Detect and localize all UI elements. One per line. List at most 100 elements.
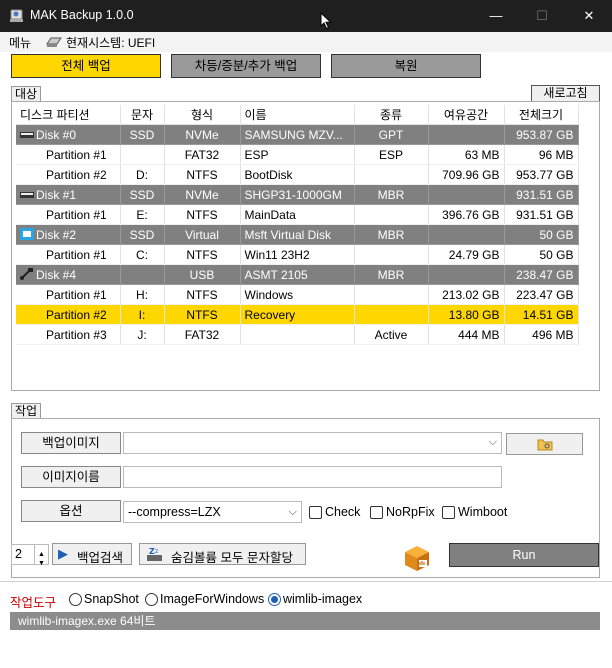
- partition-table: 디스크 파티션 문자 형식 이름 종류 여유공간 전체크기 Disk #0 SSD…: [11, 101, 600, 391]
- table-cell: NTFS: [164, 204, 241, 225]
- disk-row[interactable]: Disk #1 SSD NVMe SHGP31-1000GM MBR 931.51 GB: [16, 184, 579, 205]
- cell-text: 709.96 GB: [442, 167, 500, 182]
- norpfix-checkbox[interactable]: [370, 506, 383, 519]
- run-button[interactable]: Run: [449, 543, 599, 567]
- imageforwindows-radio[interactable]: [145, 593, 158, 606]
- table-cell: Recovery: [240, 304, 355, 325]
- partition-row[interactable]: Partition #1 H: NTFS Windows 213.02 GB 223.47…: [16, 284, 579, 305]
- count-spinner[interactable]: 2 ▲ ▼: [11, 544, 49, 567]
- target-tab: 대상: [11, 86, 42, 102]
- column-header[interactable]: 이름: [240, 105, 355, 125]
- chevron-down-icon: ⌵: [488, 436, 497, 448]
- window-title: MAK Backup 1.0.0: [30, 8, 134, 22]
- title-bar[interactable]: MAK Backup 1.0.0 — ☐ ✕: [0, 0, 612, 32]
- table-cell: MainData: [240, 204, 355, 225]
- cell-text: NTFS: [186, 207, 218, 222]
- options-button[interactable]: 옵션: [21, 500, 121, 522]
- table-cell: MBR: [354, 264, 429, 285]
- table-cell: 50 GB: [504, 224, 579, 245]
- table-cell: 96 MB: [504, 144, 579, 165]
- table-cell: [354, 164, 429, 185]
- table-cell: NTFS: [164, 304, 241, 325]
- refresh-button[interactable]: 새로고침: [531, 85, 600, 102]
- table-cell: 14.51 GB: [504, 304, 579, 325]
- table-cell: USB: [164, 264, 241, 285]
- table-cell: Partition #2: [16, 164, 121, 185]
- browse-folder-button[interactable]: [506, 433, 583, 455]
- cell-text: MainData: [244, 207, 296, 222]
- column-header[interactable]: 여유공간: [428, 105, 505, 125]
- wimboot-checkbox[interactable]: [442, 506, 455, 519]
- incremental-backup-button[interactable]: 차등/증분/추가 백업: [171, 54, 321, 78]
- backup-image-button[interactable]: 백업이미지: [21, 432, 121, 454]
- check-checkbox[interactable]: [309, 506, 322, 519]
- table-cell: 953.87 GB: [504, 124, 579, 145]
- menu-item[interactable]: 메뉴: [9, 34, 31, 51]
- cell-text: ASMT 2105: [244, 267, 308, 282]
- table-cell: 24.79 GB: [428, 244, 505, 265]
- tools-label: 작업도구: [10, 596, 57, 610]
- table-cell: 396.76 GB: [428, 204, 505, 225]
- restore-button[interactable]: 복원: [331, 54, 481, 78]
- cell-text: 13.80 GB: [448, 307, 500, 322]
- table-cell: 50 GB: [504, 244, 579, 265]
- column-header[interactable]: 문자: [120, 105, 165, 125]
- mouse-cursor-icon: [320, 12, 332, 30]
- partition-row[interactable]: Partition #1 FAT32 ESP ESP 63 MB 96 MB: [16, 144, 579, 165]
- table-cell: Disk #0: [16, 124, 121, 145]
- disk-row[interactable]: Disk #2 SSD Virtual Msft Virtual Disk MBR 50 …: [16, 224, 579, 245]
- cell-text: Msft Virtual Disk: [244, 227, 331, 242]
- cell-text: 14.51 GB: [522, 307, 574, 322]
- table-cell: NTFS: [164, 164, 241, 185]
- cell-text: Active: [374, 327, 408, 342]
- table-cell: 63 MB: [428, 144, 505, 165]
- wimlib-radio[interactable]: [268, 593, 281, 606]
- full-backup-button[interactable]: 전체 백업: [11, 54, 161, 78]
- table-cell: 496 MB: [504, 324, 579, 345]
- cell-text: Partition #2: [46, 307, 107, 322]
- spin-up-icon[interactable]: ▲: [34, 545, 48, 558]
- column-header[interactable]: 디스크 파티션: [16, 105, 121, 125]
- partition-row[interactable]: Partition #1 C: NTFS Win11 23H2 24.79 GB 50 G…: [16, 244, 579, 265]
- table-cell: [354, 204, 429, 225]
- cell-text: MBR: [377, 187, 405, 202]
- imageforwindows-label: ImageForWindows: [160, 592, 265, 606]
- snapshot-radio[interactable]: [69, 593, 82, 606]
- partition-row[interactable]: Partition #2 D: NTFS BootDisk 709.96 GB 953.7…: [16, 164, 579, 185]
- hard-disk-icon: [20, 188, 36, 202]
- table-cell: C:: [120, 244, 165, 265]
- minimize-button[interactable]: —: [473, 0, 519, 32]
- cell-text: 953.87 GB: [516, 127, 574, 142]
- cell-text: Partition #2: [46, 167, 107, 182]
- close-button[interactable]: ✕: [566, 0, 612, 32]
- image-name-button[interactable]: 이미지이름: [21, 466, 121, 488]
- table-cell: [428, 264, 505, 285]
- partition-row[interactable]: Partition #2 I: NTFS Recovery 13.80 GB 14.51 …: [16, 304, 579, 325]
- spin-down-icon[interactable]: ▼: [34, 554, 48, 567]
- column-header[interactable]: 전체크기: [504, 105, 579, 125]
- partition-row[interactable]: Partition #1 E: NTFS MainData 396.76 GB 931.5…: [16, 204, 579, 225]
- cell-text: NVMe: [185, 127, 219, 142]
- divider: [0, 581, 612, 582]
- cell-text: NTFS: [186, 247, 218, 262]
- table-cell: ESP: [240, 144, 355, 165]
- cell-text: 444 MB: [458, 327, 500, 342]
- image-name-input[interactable]: [123, 466, 502, 488]
- column-header[interactable]: 형식: [164, 105, 241, 125]
- table-cell: SHGP31-1000GM: [240, 184, 355, 205]
- table-cell: SSD: [120, 224, 165, 245]
- cell-text: FAT32: [184, 327, 220, 342]
- disk-row[interactable]: Disk #4 USB ASMT 2105 MBR 238.47 GB: [16, 264, 579, 285]
- table-cell: NTFS: [164, 244, 241, 265]
- partition-row[interactable]: Partition #3 J: FAT32 Active 444 MB 496 MB: [16, 324, 579, 345]
- table-cell: [120, 144, 165, 165]
- cell-text: 63 MB: [464, 147, 500, 162]
- options-select[interactable]: --compress=LZX ⌵: [123, 501, 302, 523]
- backup-image-combo[interactable]: ⌵: [123, 432, 502, 454]
- assign-letters-button[interactable]: Z z 숨김볼륨 모두 문자할당: [139, 543, 306, 565]
- backup-search-button[interactable]: ▶ 백업검색: [52, 543, 132, 565]
- disk-row[interactable]: Disk #0 SSD NVMe SAMSUNG MZV... GPT 953.87 GB: [16, 124, 579, 145]
- column-header[interactable]: 종류: [354, 105, 429, 125]
- table-cell: FAT32: [164, 144, 241, 165]
- maximize-button[interactable]: ☐: [519, 0, 565, 32]
